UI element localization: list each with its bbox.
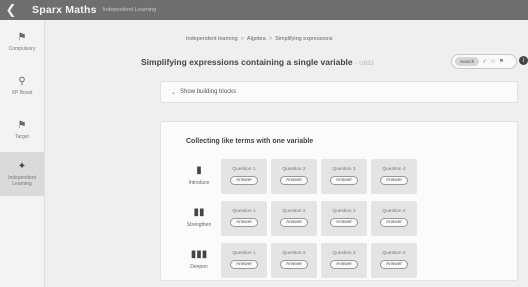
top-bar: ❮ Sparx Maths Independent Learning bbox=[0, 0, 528, 20]
question-card[interactable]: Question 2 Answer bbox=[271, 242, 317, 278]
question-card[interactable]: Question 2 Answer bbox=[271, 200, 317, 236]
app-subtitle: Independent Learning bbox=[102, 7, 157, 13]
bar-chart-icon: ▮▮ bbox=[193, 207, 205, 218]
question-card[interactable]: Question 3 Answer bbox=[321, 158, 367, 194]
answer-button[interactable]: Answer bbox=[380, 260, 408, 269]
chevron-down-icon: ⌄ bbox=[171, 89, 177, 96]
sidebar-item-xp-boost[interactable]: ⚲ XP Boost bbox=[0, 64, 44, 108]
sidebar-item-label: Compulsory bbox=[8, 45, 36, 52]
answer-button[interactable]: Answer bbox=[280, 260, 308, 269]
answer-button[interactable]: Answer bbox=[280, 218, 308, 227]
question-card[interactable]: Question 4 Answer bbox=[371, 158, 417, 194]
breadcrumb-separator: > bbox=[268, 36, 273, 42]
info-icon[interactable]: i bbox=[519, 56, 528, 65]
flag-icon[interactable]: ⚑ bbox=[499, 58, 504, 65]
page-title: Simplifying expressions containing a sin… bbox=[141, 57, 374, 67]
sidebar-item-compulsory[interactable]: ⚑ Compulsory bbox=[0, 20, 44, 64]
question-label: Question 2 bbox=[282, 251, 306, 256]
app-title: Sparx Maths bbox=[32, 4, 97, 16]
question-label: Question 1 bbox=[232, 209, 256, 214]
question-label: Question 4 bbox=[382, 209, 406, 214]
answer-button[interactable]: Answer bbox=[330, 260, 358, 269]
breadcrumb-separator: > bbox=[240, 36, 244, 42]
question-card[interactable]: Question 4 Answer bbox=[371, 242, 417, 278]
level-name: Deepen bbox=[190, 264, 208, 270]
question-label: Question 3 bbox=[332, 209, 356, 214]
search-button[interactable]: Search bbox=[455, 57, 480, 66]
question-label: Question 2 bbox=[282, 209, 306, 214]
trophy-icon: ⚑ bbox=[17, 31, 27, 43]
question-label: Question 2 bbox=[282, 167, 306, 172]
answer-button[interactable]: Answer bbox=[330, 218, 358, 227]
level-row-strengthen: ▮▮ Strengthen Question 1 Answer Question … bbox=[181, 200, 417, 236]
sidebar: ⚑ Compulsory ⚲ XP Boost ⚑ Target ✦ Indep… bbox=[0, 20, 45, 287]
question-label: Question 1 bbox=[232, 251, 256, 256]
sidebar-item-label: XP Boost bbox=[11, 89, 33, 96]
trophy-icon: ⚑ bbox=[17, 119, 27, 131]
answer-button[interactable]: Answer bbox=[380, 218, 408, 227]
question-label: Question 4 bbox=[382, 167, 406, 172]
breadcrumb-item[interactable]: Algebra bbox=[247, 36, 266, 42]
answer-button[interactable]: Answer bbox=[230, 260, 258, 269]
answer-button[interactable]: Answer bbox=[230, 176, 258, 185]
star-icon[interactable]: ☆ bbox=[490, 58, 495, 65]
answer-button[interactable]: Answer bbox=[330, 176, 358, 185]
breadcrumb-item: Simplifying expressions bbox=[275, 36, 333, 42]
toolbar: Search ✓ ☆ ⚑ bbox=[451, 54, 517, 69]
level-label: ▮ Introduce bbox=[181, 165, 217, 187]
sidebar-item-independent-learning[interactable]: ✦ Independent Learning bbox=[0, 152, 44, 196]
sidebar-item-target[interactable]: ⚑ Target bbox=[0, 108, 44, 152]
question-label: Question 3 bbox=[332, 167, 356, 172]
page-title-code: - U933 bbox=[355, 61, 374, 67]
lightbulb-icon: ⚲ bbox=[18, 75, 26, 87]
level-row-introduce: ▮ Introduce Question 1 Answer Question 2 A… bbox=[181, 158, 417, 194]
answer-button[interactable]: Answer bbox=[280, 176, 308, 185]
sidebar-item-label: Independent Learning bbox=[8, 174, 36, 187]
level-label: ▮▮ Strengthen bbox=[181, 207, 217, 229]
section-title: Collecting like terms with one variable bbox=[186, 138, 314, 145]
check-icon[interactable]: ✓ bbox=[482, 58, 487, 65]
level-row-deepen: ▮▮▮ Deepen Question 1 Answer Question 2 An… bbox=[181, 242, 417, 278]
breadcrumb: Independent learning > Algebra > Simplifying… bbox=[186, 36, 333, 42]
breadcrumb-item[interactable]: Independent learning bbox=[186, 36, 238, 42]
question-card[interactable]: Question 3 Answer bbox=[321, 200, 367, 236]
question-card[interactable]: Question 4 Answer bbox=[371, 200, 417, 236]
back-button[interactable]: ❮ bbox=[0, 0, 22, 20]
bar-chart-icon: ▮▮▮ bbox=[190, 249, 208, 260]
level-name: Strengthen bbox=[186, 222, 212, 228]
answer-button[interactable]: Answer bbox=[380, 176, 408, 185]
question-card[interactable]: Question 2 Answer bbox=[271, 158, 317, 194]
question-label: Question 3 bbox=[332, 251, 356, 256]
question-card[interactable]: Question 1 Answer bbox=[221, 200, 267, 236]
practice-card: Collecting like terms with one variable … bbox=[160, 121, 518, 281]
answer-button[interactable]: Answer bbox=[230, 218, 258, 227]
level-label: ▮▮▮ Deepen bbox=[181, 249, 217, 271]
level-name: Introduce bbox=[188, 180, 210, 186]
sidebar-item-label: Target bbox=[15, 133, 29, 140]
question-card[interactable]: Question 3 Answer bbox=[321, 242, 367, 278]
building-blocks-toggle[interactable]: ⌄ Show building blocks bbox=[160, 81, 518, 103]
question-label: Question 4 bbox=[382, 251, 406, 256]
book-icon: ✦ bbox=[17, 160, 27, 172]
chevron-left-icon: ❮ bbox=[5, 2, 17, 17]
question-card[interactable]: Question 1 Answer bbox=[221, 158, 267, 194]
building-blocks-label: Show building blocks bbox=[180, 89, 237, 95]
question-label: Question 1 bbox=[232, 167, 256, 172]
question-card[interactable]: Question 1 Answer bbox=[221, 242, 267, 278]
bar-chart-icon: ▮ bbox=[196, 165, 202, 176]
